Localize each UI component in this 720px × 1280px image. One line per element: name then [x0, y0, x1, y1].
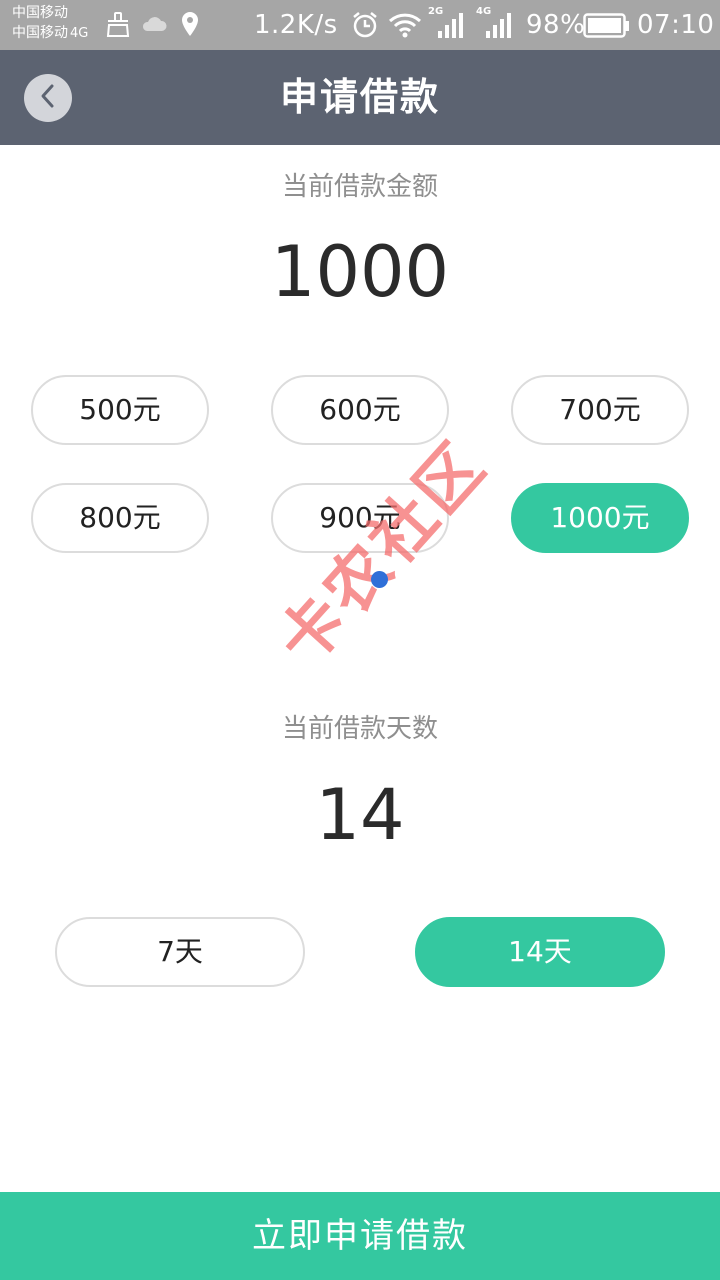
days-label: 当前借款天数	[281, 714, 438, 744]
page-title: 申请借款	[279, 75, 440, 119]
alarm-clock-icon	[351, 11, 379, 43]
clock-time: 07:10	[637, 10, 715, 40]
amount-option-900[interactable]: 900元	[271, 483, 449, 553]
apply-loan-button[interactable]: 立即申请借款	[0, 1192, 720, 1280]
broom-icon	[106, 12, 130, 42]
signal-icon	[436, 11, 466, 43]
app-header: 申请借款	[0, 50, 720, 145]
carrier-2-name: 中国移动	[12, 25, 68, 41]
amount-option-1000[interactable]: 1000元	[511, 483, 689, 553]
touch-indicator	[371, 571, 388, 588]
amount-option-800[interactable]: 800元	[31, 483, 209, 553]
chevron-left-icon	[37, 83, 59, 113]
battery-icon	[583, 13, 631, 43]
cloud-icon	[141, 16, 167, 36]
carrier-1: 中国移动	[12, 5, 68, 21]
days-value: 14	[315, 774, 405, 856]
net-speed: 1.2K/s	[254, 10, 338, 40]
days-option-14[interactable]: 14天	[415, 917, 665, 987]
amount-value: 1000	[270, 231, 450, 313]
amount-option-500[interactable]: 500元	[31, 375, 209, 445]
status-bar: 中国移动 中国移动 4G 1.2K/s 2G 4G 98% 07:10	[0, 0, 720, 50]
carrier-2: 中国移动 4G	[12, 23, 88, 44]
days-option-7[interactable]: 7天	[55, 917, 305, 987]
location-pin-icon	[181, 11, 199, 41]
signal-icon	[484, 11, 514, 43]
amount-option-600[interactable]: 600元	[271, 375, 449, 445]
battery-percent: 98%	[526, 10, 586, 40]
carrier-2-network: 4G	[70, 26, 89, 41]
wifi-icon	[388, 12, 422, 42]
amount-label: 当前借款金额	[281, 172, 438, 202]
carrier-info: 中国移动 中国移动 4G	[12, 3, 88, 44]
amount-option-700[interactable]: 700元	[511, 375, 689, 445]
back-button[interactable]	[24, 74, 72, 122]
